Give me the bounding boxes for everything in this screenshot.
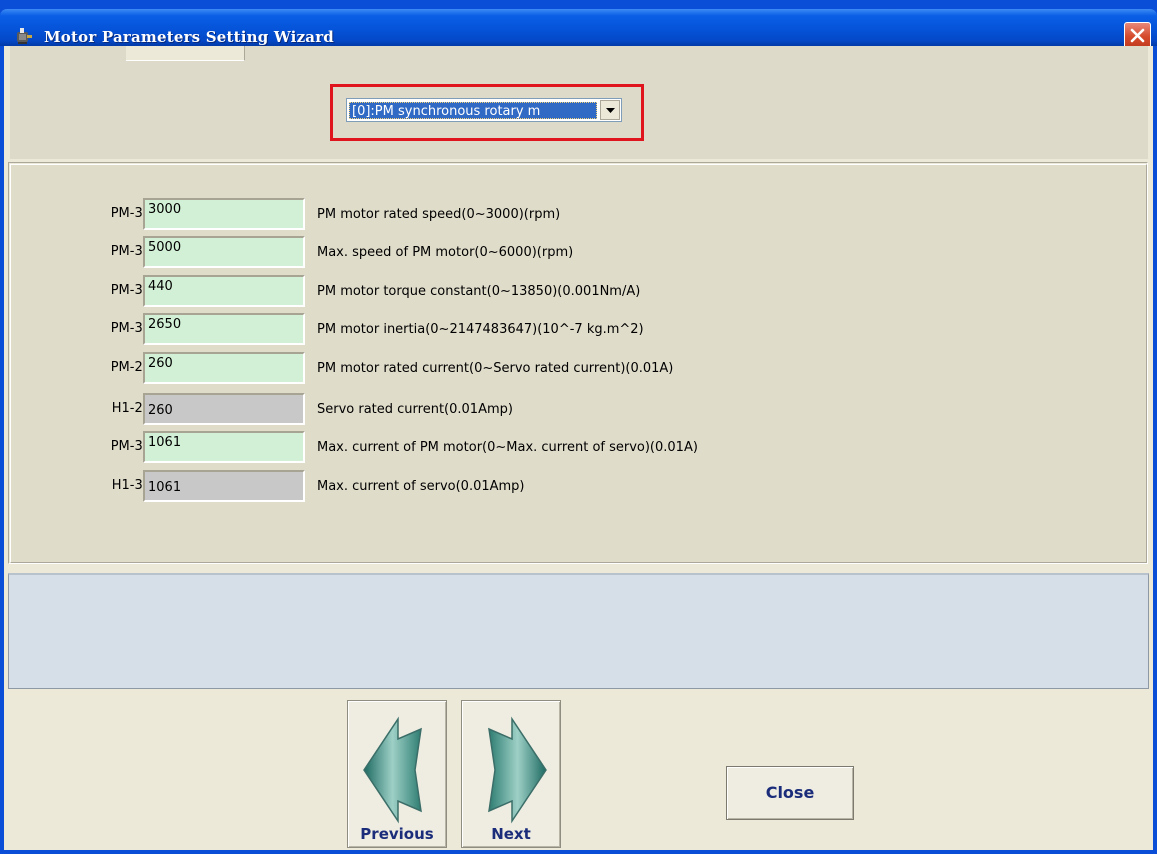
param-row: H1-20 260 Servo rated current(0.01Amp) [11, 393, 1111, 427]
previous-label: Previous [360, 825, 434, 843]
param-description: PM motor torque constant(0~13850)(0.001N… [317, 284, 641, 299]
dropdown-button[interactable] [600, 100, 620, 120]
param-description: Servo rated current(0.01Amp) [317, 402, 513, 417]
param-row: PM-33 440 PM motor torque constant(0~138… [11, 275, 1111, 309]
param-description: PM motor rated speed(0~3000)(rpm) [317, 207, 561, 222]
chevron-down-icon [606, 108, 615, 113]
previous-button[interactable]: Previous [347, 700, 447, 848]
param-value-field[interactable]: 5000 [143, 236, 305, 268]
parameter-group: PM-31 3000 PM motor rated speed(0~3000)(… [8, 162, 1148, 564]
window-frame: Motor Parameters Setting Wizard [0]:PM s… [0, 0, 1157, 854]
param-description: PM motor inertia(0~2147483647)(10^-7 kg.… [317, 322, 644, 337]
param-row: PM-34 2650 PM motor inertia(0~2147483647… [11, 313, 1111, 347]
param-description: PM motor rated current(0~Servo rated cur… [317, 361, 674, 376]
title-bar[interactable]: Motor Parameters Setting Wizard [0, 9, 1157, 49]
param-value-field[interactable]: 2650 [143, 313, 305, 345]
param-description: Max. current of servo(0.01Amp) [317, 479, 525, 494]
param-value-field[interactable]: 3000 [143, 198, 305, 230]
param-row: PM-30 1061 Max. current of PM motor(0~Ma… [11, 431, 1111, 465]
parameter-list: PM-31 3000 PM motor rated speed(0~3000)(… [10, 164, 1147, 563]
motor-type-selected: [0]:PM synchronous rotary m [349, 102, 597, 119]
param-value-field[interactable]: 260 [143, 352, 305, 384]
right-arrow-icon [488, 716, 547, 824]
param-row: PM-29 260 PM motor rated current(0~Servo… [11, 352, 1111, 386]
param-description: Max. speed of PM motor(0~6000)(rpm) [317, 245, 574, 260]
param-value-field[interactable]: 440 [143, 275, 305, 307]
next-label: Next [491, 825, 531, 843]
param-value-readonly: 1061 [143, 470, 305, 502]
tab-stub [126, 46, 245, 61]
window-client-area: [0]:PM synchronous rotary m PM-31 3000 P… [4, 46, 1153, 850]
motor-app-icon [17, 28, 32, 44]
param-row: PM-32 5000 Max. speed of PM motor(0~6000… [11, 236, 1111, 270]
left-arrow-icon [363, 716, 422, 824]
close-x-icon[interactable] [1124, 22, 1151, 49]
param-value-field[interactable]: 1061 [143, 431, 305, 463]
message-panel [8, 573, 1149, 689]
param-row: PM-31 3000 PM motor rated speed(0~3000)(… [11, 198, 1111, 232]
motor-type-panel: [0]:PM synchronous rotary m [10, 46, 1148, 159]
next-button[interactable]: Next [461, 700, 561, 848]
close-button[interactable]: Close [726, 766, 854, 820]
window-title: Motor Parameters Setting Wizard [44, 28, 334, 46]
motor-type-dropdown[interactable]: [0]:PM synchronous rotary m [346, 98, 622, 122]
param-row: H1-33 1061 Max. current of servo(0.01Amp… [11, 470, 1111, 504]
param-description: Max. current of PM motor(0~Max. current … [317, 440, 698, 455]
param-value-readonly: 260 [143, 393, 305, 425]
